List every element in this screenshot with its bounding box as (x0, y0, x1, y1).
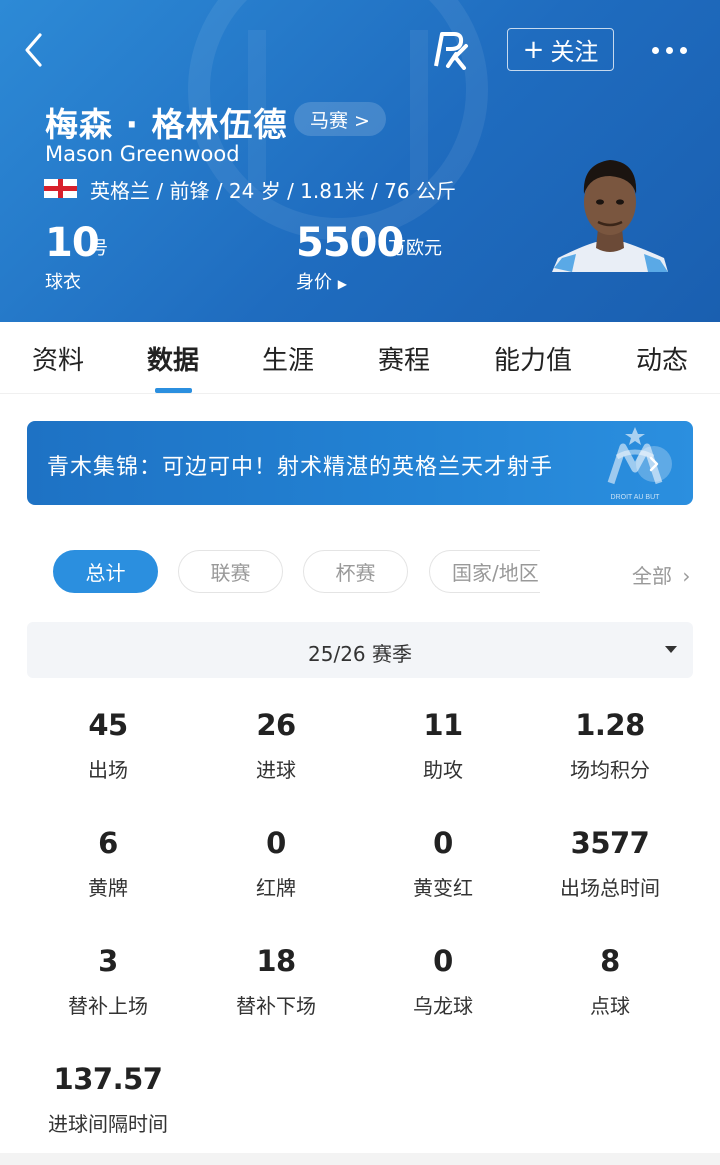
season-label: 25/26 赛季 (308, 642, 412, 666)
filter-league[interactable]: 联赛 (178, 550, 283, 593)
stat-label: 黄牌 (88, 876, 128, 900)
stat-label: 出场总时间 (560, 876, 660, 900)
filter-cup[interactable]: 杯赛 (303, 550, 408, 593)
stat-label: 替补上场 (68, 994, 148, 1018)
caret-down-icon (665, 646, 677, 653)
active-tab-indicator (155, 388, 192, 393)
profile-tabs: 资料 数据 生涯 赛程 能力值 动态 (0, 322, 720, 394)
stat-value: 1.28 (575, 708, 645, 742)
filter-national[interactable]: 国家/地区 (429, 550, 540, 593)
stat-red-cards: 0 红牌 (191, 826, 361, 901)
stat-label: 黄变红 (413, 876, 473, 900)
stat-yellow-cards: 6 黄牌 (23, 826, 193, 901)
stat-label: 乌龙球 (413, 994, 473, 1018)
stat-sub-on: 3 替补上场 (23, 944, 193, 1019)
back-icon[interactable] (20, 30, 50, 70)
player-name-cn: 梅森 · 格林伍德 (45, 105, 288, 144)
highlight-banner[interactable]: DROIT AU BUT 青木集锦：可边可中！射术精湛的英格兰天才射手 (27, 421, 693, 505)
stat-goals: 26 进球 (191, 708, 361, 783)
stat-appearances: 45 出场 (23, 708, 193, 783)
stat-value: 6 (98, 826, 118, 860)
pk-logo-icon[interactable] (432, 30, 472, 70)
stat-minutes-played: 3577 出场总时间 (525, 826, 695, 901)
club-link-label: 马赛 > (310, 109, 370, 132)
follow-label: 关注 (550, 38, 599, 66)
tab-news[interactable]: 动态 (636, 340, 688, 377)
shirt-unit: 号 (90, 238, 108, 259)
stat-label: 出场 (88, 758, 128, 782)
all-filters-label: 全部 (632, 564, 672, 588)
season-select[interactable]: 25/26 赛季 (27, 622, 693, 678)
stat-penalties: 8 点球 (525, 944, 695, 1019)
player-name-en: Mason Greenwood (45, 142, 240, 166)
stat-second-yellow: 0 黄变红 (358, 826, 528, 901)
club-link[interactable]: 马赛 > (294, 102, 386, 136)
stat-value: 8 (600, 944, 620, 978)
market-value-link[interactable]: 身价 ▶ (296, 268, 347, 294)
stat-label: 场均积分 (570, 758, 650, 782)
stat-label: 红牌 (256, 876, 296, 900)
market-value-label: 身价 (296, 272, 332, 293)
chevron-right-icon[interactable] (636, 446, 672, 482)
player-info-line: 英格兰 / 前锋 / 24 岁 / 1.81米 / 76 公斤 (90, 179, 456, 203)
stat-value: 11 (423, 708, 463, 742)
stat-value: 45 (88, 708, 128, 742)
tab-career[interactable]: 生涯 (262, 340, 314, 377)
stat-sub-off: 18 替补下场 (191, 944, 361, 1019)
follow-button[interactable]: + 关注 (507, 28, 614, 71)
stat-value: 18 (256, 944, 296, 978)
stat-label: 进球间隔时间 (48, 1112, 168, 1136)
chevron-right-icon: › (682, 564, 691, 588)
tab-stats[interactable]: 数据 (147, 340, 199, 377)
filter-total[interactable]: 总计 (53, 550, 158, 593)
tab-schedule[interactable]: 赛程 (378, 340, 430, 377)
stat-value: 26 (256, 708, 296, 742)
plus-icon: + (522, 34, 545, 65)
caret-right-icon: ▶ (337, 277, 347, 291)
stat-value: 0 (433, 944, 453, 978)
stat-value: 3577 (570, 826, 650, 860)
tab-info[interactable]: 资料 (32, 340, 84, 377)
stat-value: 3 (98, 944, 118, 978)
stat-label: 点球 (590, 994, 630, 1018)
stat-own-goals: 0 乌龙球 (358, 944, 528, 1019)
england-flag-icon (44, 179, 77, 198)
all-filters-link[interactable]: 全部 › (632, 560, 690, 589)
tab-ability[interactable]: 能力值 (494, 340, 572, 377)
stat-label: 进球 (256, 758, 296, 782)
player-header: + 关注 梅森 · 格林伍德 马赛 > Mason Greenwood 英格兰 … (0, 0, 720, 322)
player-avatar (552, 150, 668, 272)
stat-goal-interval: 137.57 进球间隔时间 (23, 1062, 193, 1137)
stat-label: 助攻 (423, 758, 463, 782)
banner-title: 青木集锦：可边可中！射术精湛的英格兰天才射手 (47, 455, 554, 480)
stat-label: 替补下场 (236, 994, 316, 1018)
shirt-label: 球衣 (45, 272, 81, 293)
stat-value: 0 (266, 826, 286, 860)
more-icon[interactable] (652, 40, 692, 60)
stat-assists: 11 助攻 (358, 708, 528, 783)
badge-motto: DROIT AU BUT (611, 494, 661, 501)
market-value-unit: 万欧元 (388, 238, 442, 259)
stat-value: 137.57 (53, 1062, 163, 1096)
stat-points-per-game: 1.28 场均积分 (525, 708, 695, 783)
stat-value: 0 (433, 826, 453, 860)
bottom-divider (0, 1153, 720, 1165)
